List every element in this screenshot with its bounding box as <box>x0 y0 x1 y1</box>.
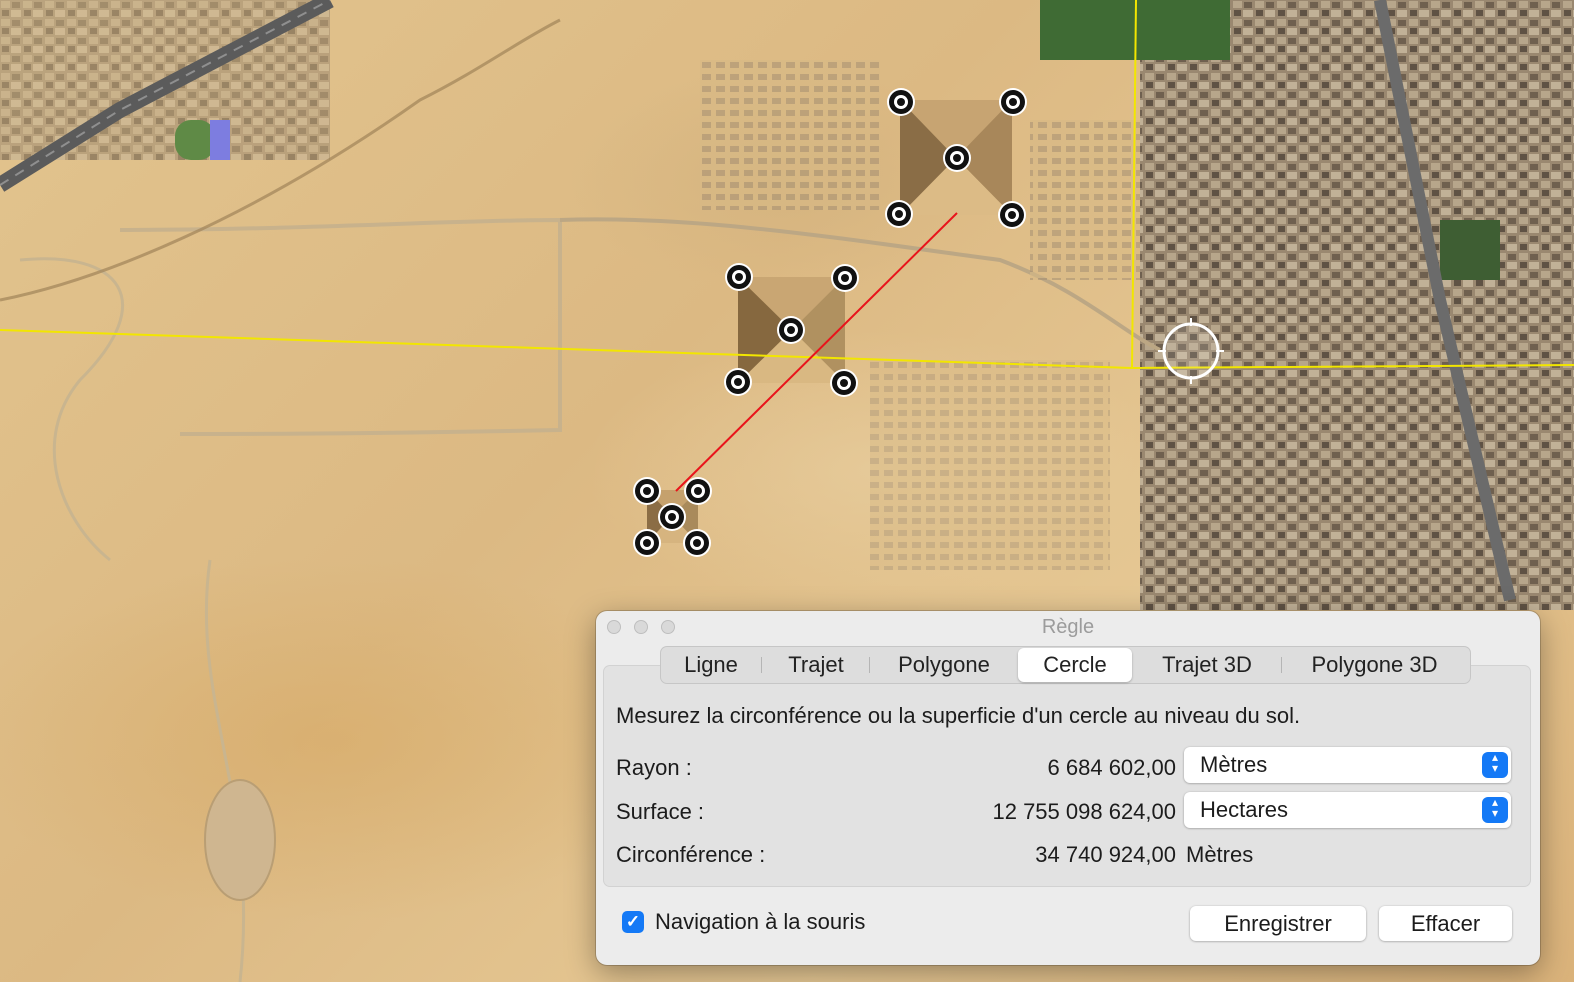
area-value: 12 755 098 624,00 <box>992 799 1176 824</box>
description-text: Mesurez la circonférence ou la superfici… <box>616 703 1301 728</box>
radius-unit-value: Mètres <box>1200 752 1268 777</box>
area-unit-select[interactable]: Hectares ▴ ▾ <box>1184 792 1511 828</box>
tab-trajet[interactable]: Trajet <box>762 648 870 682</box>
tab-bar: Ligne Trajet Polygone Cercle Trajet 3D P… <box>660 646 1471 684</box>
placemark-pin-icon[interactable] <box>885 200 913 228</box>
oval-track <box>204 779 276 901</box>
radius-label: Rayon : <box>616 755 692 780</box>
tab-trajet-3d[interactable]: Trajet 3D <box>1132 648 1282 682</box>
tomb-field <box>700 60 880 210</box>
ruler-dialog: Règle Ligne Trajet Polygone Cercle Traje… <box>596 611 1540 965</box>
tab-ligne[interactable]: Ligne <box>660 648 762 682</box>
placemark-pin-icon[interactable] <box>725 263 753 291</box>
town-texture <box>1140 0 1574 610</box>
placemark-pin-icon[interactable] <box>724 368 752 396</box>
circumference-label: Circonférence : <box>616 842 766 867</box>
title-bar[interactable]: Règle <box>596 611 1540 643</box>
sports-field <box>175 120 215 160</box>
tomb-field <box>1030 120 1140 280</box>
placemark-pin-icon[interactable] <box>777 316 805 344</box>
palm-grove <box>1440 220 1500 280</box>
clear-button[interactable]: Effacer <box>1379 906 1512 941</box>
placemark-pin-icon[interactable] <box>830 369 858 397</box>
placemark-pin-icon[interactable] <box>999 88 1027 116</box>
chevron-updown-icon: ▴ ▾ <box>1482 751 1508 778</box>
placemark-pin-icon[interactable] <box>998 201 1026 229</box>
placemark-pin-icon[interactable] <box>831 264 859 292</box>
desert-track <box>19 257 124 562</box>
window-title: Règle <box>1041 616 1095 638</box>
placemark-pin-icon[interactable] <box>887 88 915 116</box>
mouse-navigation-label: Navigation à la souris <box>655 909 866 934</box>
save-button[interactable]: Enregistrer <box>1190 906 1366 941</box>
placemark-pin-icon[interactable] <box>683 529 711 557</box>
desert-road <box>119 217 562 436</box>
area-unit-value: Hectares <box>1200 797 1289 822</box>
radius-value: 6 684 602,00 <box>1047 755 1176 780</box>
circumference-value: 34 740 924,00 <box>1035 842 1176 867</box>
placemark-pin-icon[interactable] <box>943 144 971 172</box>
tab-cercle[interactable]: Cercle <box>1018 648 1132 682</box>
tab-polygone[interactable]: Polygone <box>870 648 1018 682</box>
circumference-unit: Mètres <box>1186 842 1254 867</box>
tab-polygone-3d[interactable]: Polygone 3D <box>1282 648 1467 682</box>
radius-unit-select[interactable]: Mètres ▴ ▾ <box>1184 747 1511 783</box>
blue-court <box>210 120 230 160</box>
placemark-pin-icon[interactable] <box>633 477 661 505</box>
mouse-navigation-checkbox[interactable]: ✓ <box>622 911 644 933</box>
desert-track <box>204 559 246 982</box>
tomb-field <box>870 360 1110 570</box>
placemark-pin-icon[interactable] <box>633 529 661 557</box>
placemark-pin-icon[interactable] <box>684 477 712 505</box>
chevron-updown-icon: ▴ ▾ <box>1482 796 1508 823</box>
placemark-pin-icon[interactable] <box>658 503 686 531</box>
area-label: Surface : <box>616 799 705 824</box>
